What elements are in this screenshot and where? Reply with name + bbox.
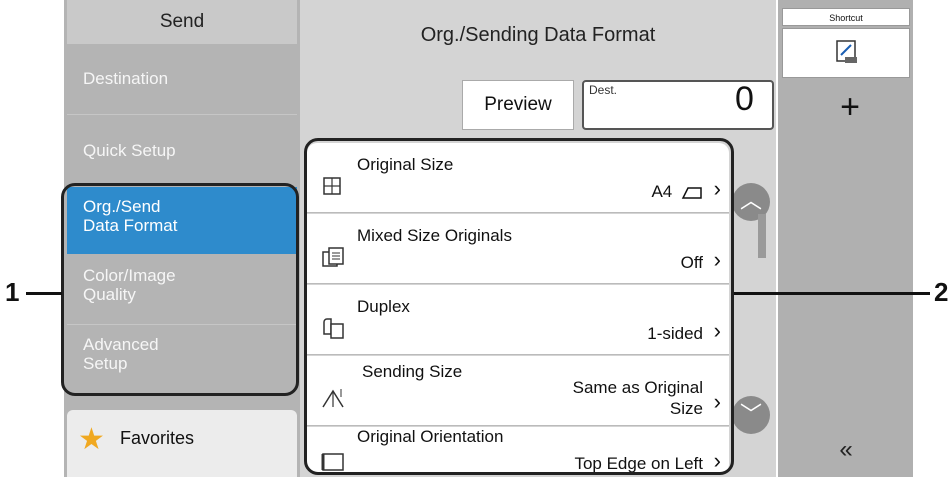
shortcut-button[interactable] [782,28,910,78]
edit-document-icon [836,40,857,63]
destination-count: 0 [735,80,754,118]
callout-line-1 [26,292,62,295]
scroll-down-button[interactable]: ﹀ [732,396,770,434]
shortcut-label: Shortcut [782,8,910,26]
callout-number-1: 1 [5,277,20,307]
callout-number-2: 2 [934,277,949,307]
menu-item-quick-setup[interactable]: Quick Setup [67,114,297,187]
menu-item-destination[interactable]: Destination [67,60,297,114]
send-tab-header[interactable]: Send [67,0,297,44]
collapse-panel-button[interactable]: « [826,436,866,464]
star-icon: ★ [78,423,105,456]
page-title: Org./Sending Data Format [420,24,656,46]
preview-button[interactable]: Preview [462,80,574,130]
menu-item-label: Quick Setup [83,141,176,160]
callout-frame-1 [61,183,299,396]
callout-frame-2 [304,138,734,475]
destination-label: Dest. [589,83,618,97]
add-shortcut-button[interactable]: + [830,88,870,127]
scrollbar-thumb[interactable] [758,214,766,258]
callout-line-2 [734,292,930,295]
favorites-label: Favorites [120,428,195,448]
menu-item-label: Destination [83,69,169,88]
